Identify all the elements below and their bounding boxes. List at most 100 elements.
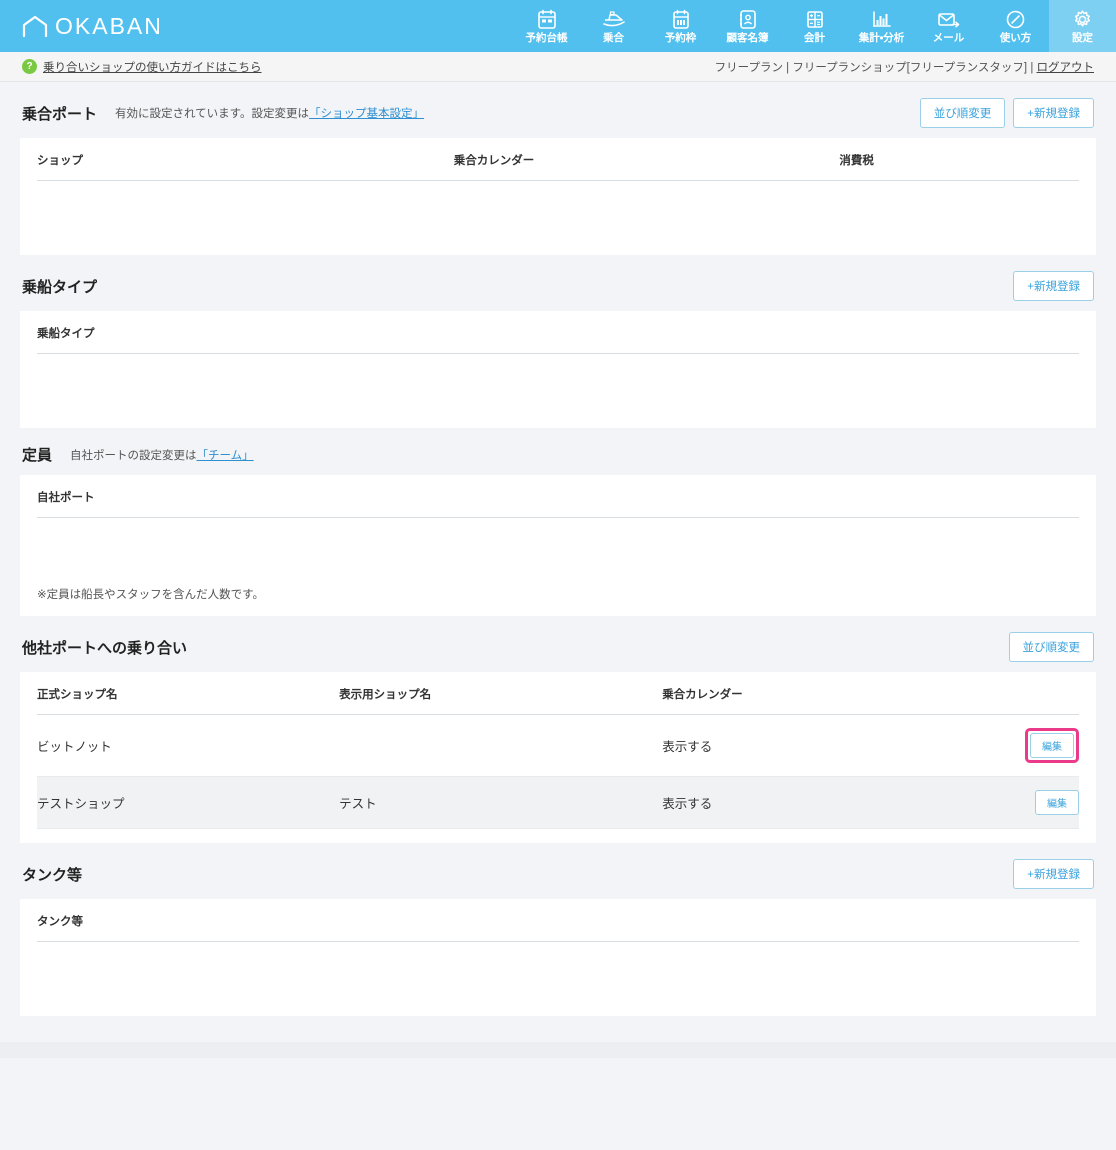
accounting-grid-icon — [805, 8, 825, 30]
empty-table-area — [37, 354, 1079, 428]
account-info: フリープラン | フリープランショップ[フリープランスタッフ] | ログアウト — [715, 59, 1094, 75]
table-header-row: タンク等 — [37, 899, 1079, 942]
section-note: 自社ポートの設定変更は「チーム」 — [70, 447, 254, 463]
empty-table-area — [37, 942, 1079, 1016]
cell-actions: 編集 — [974, 776, 1079, 829]
shop-basic-settings-link[interactable]: 「ショップ基本設定」 — [309, 108, 424, 120]
section-title: タンク等 — [22, 866, 83, 884]
house-outline-icon — [22, 15, 48, 37]
cell-calendar: 表示する — [662, 714, 975, 777]
edit-button[interactable]: 編集 — [1035, 790, 1079, 815]
gear-icon — [1072, 8, 1093, 30]
panel-boarding-type: 乗船タイプ — [20, 311, 1096, 428]
nav-label: 集計・分析 — [858, 32, 905, 45]
section-joint-port: 乗合ポート 有効に設定されています。設定変更は「ショップ基本設定」 並び順変更 … — [0, 82, 1116, 255]
sub-bar: ? 乗り合いショップの使い方ガイドはこちら フリープラン | フリープランショッ… — [0, 52, 1116, 82]
table-header-row: ショップ 乗合カレンダー 消費税 — [37, 138, 1079, 181]
nav-item-kaikei[interactable]: 会計 — [781, 0, 848, 52]
nav-item-noriai[interactable]: 乗合 — [580, 0, 647, 52]
column-tax: 消費税 — [839, 138, 1079, 181]
usage-guide-link[interactable]: 乗り合いショップの使い方ガイドはこちら — [43, 59, 262, 75]
cell-official-name: ビットノット — [37, 714, 340, 777]
section-note-text: 自社ポートの設定変更は — [70, 449, 197, 462]
nav-item-tsukaikata[interactable]: 使い方 — [982, 0, 1049, 52]
column-calendar: 乗合カレンダー — [453, 138, 840, 181]
bar-chart-icon — [871, 8, 893, 30]
highlight-box: 編集 — [1025, 728, 1079, 763]
panel-other-company-port: 正式ショップ名 表示用ショップ名 乗合カレンダー ビットノット 表示する 編集 — [20, 672, 1096, 843]
primary-nav: 予約台帳 乗合 予約枠 顧客名簿 会計 集計・分析 メール 使い方 設定 — [513, 0, 1116, 52]
section-actions: 並び順変更 — [1008, 632, 1094, 662]
bottom-padding — [0, 1016, 1116, 1042]
nav-item-mail[interactable]: メール — [915, 0, 982, 52]
mail-send-icon — [937, 8, 961, 30]
column-tank: タンク等 — [37, 899, 1079, 942]
table-row[interactable]: テストショップ テスト 表示する 編集 — [37, 776, 1079, 829]
section-actions: +新規登録 — [1013, 271, 1094, 301]
question-mark-icon: ? — [22, 59, 37, 74]
plan-text: フリープラン | フリープランショップ[フリープランスタッフ] | — [714, 61, 1037, 74]
section-header: 乗合ポート 有効に設定されています。設定変更は「ショップ基本設定」 並び順変更 … — [0, 82, 1116, 138]
brand-logo[interactable]: OKABAN — [0, 0, 163, 52]
new-register-button[interactable]: +新規登録 — [1013, 271, 1094, 301]
brand-name: OKABAN — [55, 12, 163, 39]
nav-label: 顧客名簿 — [726, 32, 769, 45]
nav-item-yoyaku-daicho[interactable]: 予約台帳 — [513, 0, 580, 52]
column-own-port: 自社ポート — [37, 475, 1079, 518]
reorder-button[interactable]: 並び順変更 — [1008, 632, 1094, 662]
section-title: 乗船タイプ — [22, 278, 98, 296]
empty-table-area — [37, 181, 1079, 255]
team-link[interactable]: 「チーム」 — [197, 450, 254, 462]
table-bottom-spacer — [37, 829, 1079, 843]
column-boarding-type: 乗船タイプ — [37, 311, 1079, 354]
tank-table: タンク等 — [37, 899, 1079, 942]
table-header-row: 自社ポート — [37, 475, 1079, 518]
section-header: 定員 自社ポートの設定変更は「チーム」 — [0, 428, 1116, 475]
section-title: 他社ポートへの乗り合い — [22, 639, 188, 657]
joint-port-table: ショップ 乗合カレンダー 消費税 — [37, 138, 1079, 181]
empty-table-area — [37, 518, 1079, 576]
section-tank: タンク等 +新規登録 タンク等 — [0, 843, 1116, 1016]
edit-button[interactable]: 編集 — [1030, 733, 1074, 758]
panel-capacity: 自社ポート ※定員は船長やスタッフを含んだ人数です。 — [20, 475, 1096, 616]
nav-label: 会計 — [804, 32, 825, 45]
logout-link[interactable]: ログアウト — [1037, 62, 1095, 74]
section-title: 定員 — [22, 447, 53, 464]
column-actions — [974, 672, 1079, 715]
column-shop: ショップ — [37, 138, 454, 181]
section-actions: 並び順変更 +新規登録 — [919, 98, 1094, 128]
section-note-text: 有効に設定されています。設定変更は — [115, 108, 310, 120]
boarding-type-table: 乗船タイプ — [37, 311, 1079, 354]
capacity-footnote: ※定員は船長やスタッフを含んだ人数です。 — [37, 589, 264, 601]
section-header: 他社ポートへの乗り合い 並び順変更 — [0, 616, 1116, 672]
section-note: 有効に設定されています。設定変更は「ショップ基本設定」 — [115, 105, 424, 121]
table-header-row: 正式ショップ名 表示用ショップ名 乗合カレンダー — [37, 672, 1079, 715]
boat-icon — [602, 8, 626, 30]
nav-item-kokyaku-meibo[interactable]: 顧客名簿 — [714, 0, 781, 52]
section-header: 乗船タイプ +新規登録 — [0, 255, 1116, 311]
column-display-name: 表示用ショップ名 — [339, 672, 663, 715]
cell-actions: 編集 — [974, 714, 1079, 777]
cell-display-name — [339, 714, 663, 777]
section-boarding-type: 乗船タイプ +新規登録 乗船タイプ — [0, 255, 1116, 428]
table-header-row: 乗船タイプ — [37, 311, 1079, 354]
nav-item-yoyakuwaku[interactable]: 予約枠 — [647, 0, 714, 52]
nav-label: 設定 — [1072, 32, 1093, 45]
compass-icon — [1005, 8, 1026, 30]
nav-item-settings[interactable]: 設定 — [1049, 0, 1116, 52]
contact-book-icon — [738, 8, 758, 30]
section-title: 乗合ポート — [22, 105, 98, 123]
capacity-table: 自社ポート — [37, 475, 1079, 518]
cell-calendar: 表示する — [662, 776, 975, 829]
main-content: 乗合ポート 有効に設定されています。設定変更は「ショップ基本設定」 並び順変更 … — [0, 82, 1116, 1058]
new-register-button[interactable]: +新規登録 — [1013, 98, 1094, 128]
top-navigation-bar: OKABAN 予約台帳 乗合 予約枠 顧客名簿 会計 集計・分析 メール 使い方… — [0, 0, 1116, 52]
other-company-port-table: 正式ショップ名 表示用ショップ名 乗合カレンダー ビットノット 表示する 編集 — [37, 672, 1079, 829]
nav-item-shukei-bunseki[interactable]: 集計・分析 — [848, 0, 915, 52]
nav-label: 乗合 — [603, 32, 624, 45]
nav-label: 使い方 — [999, 32, 1032, 45]
table-row[interactable]: ビットノット 表示する 編集 — [37, 714, 1079, 777]
reorder-button[interactable]: 並び順変更 — [919, 98, 1006, 128]
new-register-button[interactable]: +新規登録 — [1013, 859, 1094, 889]
nav-label: メール — [932, 32, 965, 45]
